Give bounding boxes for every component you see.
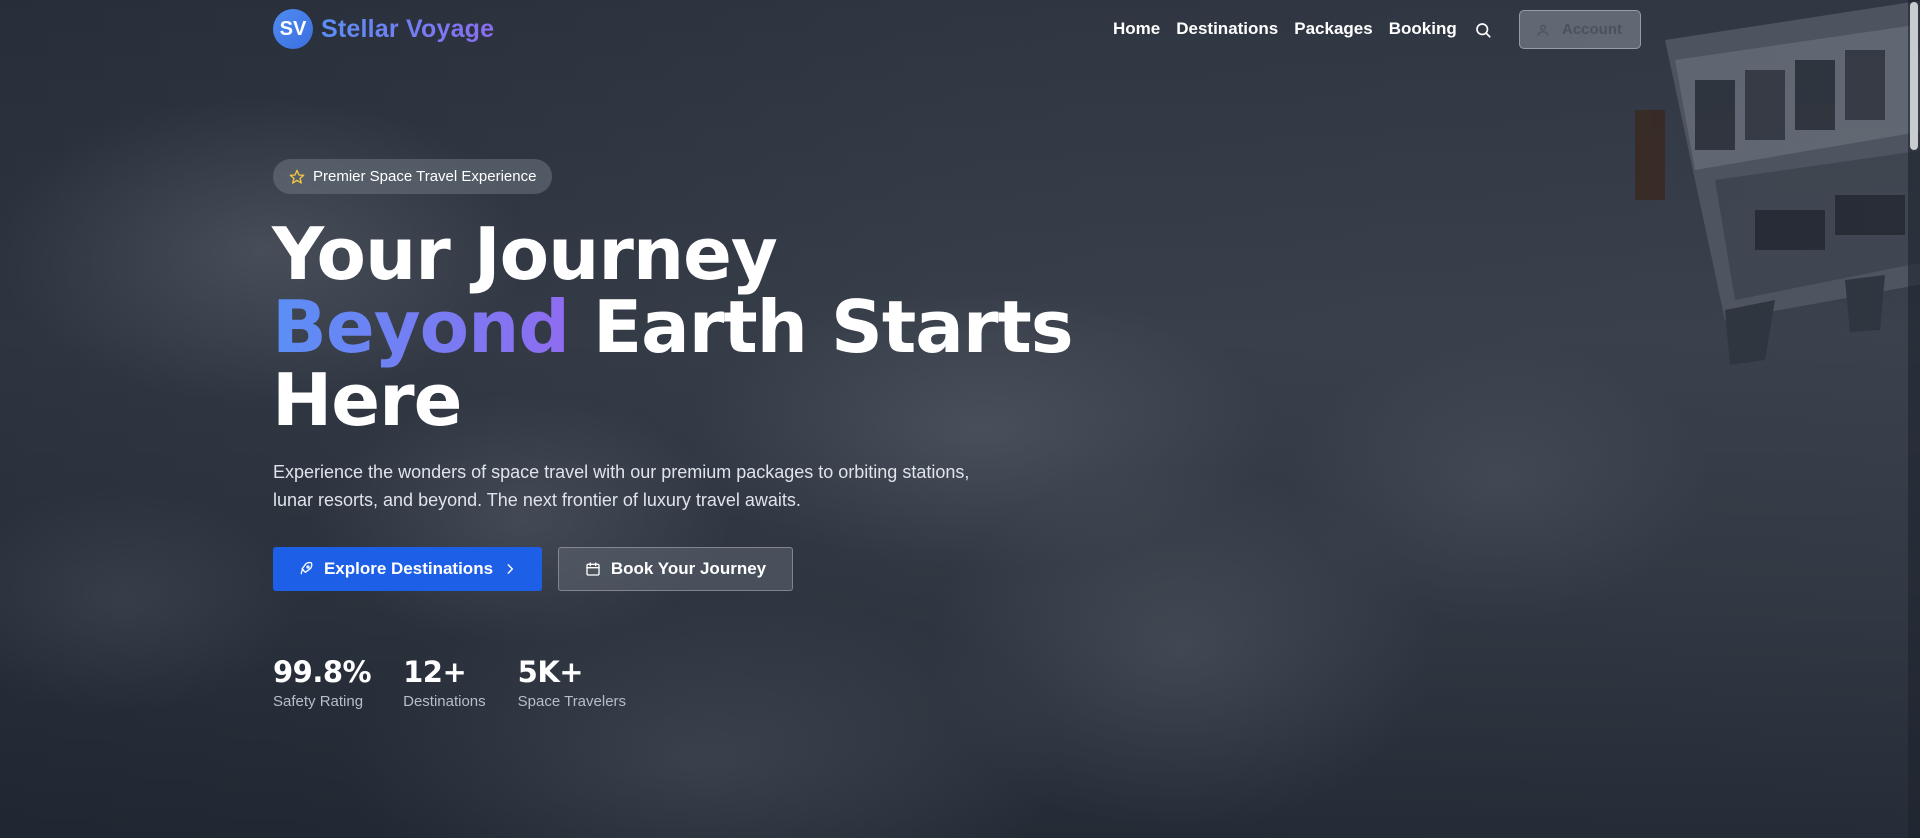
stat-value: 5K+ [517, 655, 584, 689]
stat-destinations: 12+ Destinations [403, 655, 486, 710]
page-scrollbar[interactable] [1908, 0, 1920, 838]
explore-destinations-button[interactable]: Explore Destinations [273, 547, 542, 591]
search-icon [1476, 23, 1491, 38]
hero-stats: 99.8% Safety Rating 12+ Destinations 5K+… [273, 655, 626, 710]
explore-destinations-label: Explore Destinations [323, 559, 494, 578]
hero-badge: Premier Space Travel Experience [273, 159, 553, 194]
stat-value: 99.8% [273, 655, 372, 689]
nav-link-destinations[interactable]: Destinations [1176, 19, 1278, 39]
stat-travelers: 5K+ Space Travelers [518, 655, 626, 710]
headline-accent: Beyond [272, 285, 570, 369]
hero-badge-label: Premier Space Travel Experience [313, 168, 537, 185]
account-label: Account [1562, 21, 1622, 38]
headline-line-3: Here [272, 358, 462, 442]
hero-headline: Your Journey Beyond Earth Starts Here [272, 212, 1074, 442]
headline-line-1: Your Journey [272, 212, 778, 296]
stat-label: Space Travelers [517, 693, 627, 710]
rocket-icon [300, 561, 313, 575]
stat-safety: 99.8% Safety Rating [273, 655, 372, 710]
brand-logo[interactable]: SV Stellar Voyage [273, 9, 494, 49]
brand-name: Stellar Voyage [321, 14, 495, 43]
nav-link-booking[interactable]: Booking [1389, 19, 1457, 39]
stat-value: 12+ [403, 655, 467, 689]
user-icon [1537, 24, 1549, 36]
chevron-right-icon [507, 564, 514, 574]
nav-link-home[interactable]: Home [1113, 19, 1160, 39]
nav-link-packages[interactable]: Packages [1294, 19, 1372, 39]
calendar-icon [586, 562, 600, 576]
star-icon [289, 169, 305, 184]
account-button[interactable]: Account [1519, 10, 1641, 49]
book-journey-label: Book Your Journey [610, 559, 767, 578]
nav-links: Home Destinations Packages Booking [1113, 19, 1457, 39]
top-navigation: SV Stellar Voyage Home Destinations Pack… [0, 0, 1920, 58]
headline-line-2: Beyond Earth Starts [272, 291, 1074, 364]
book-journey-button[interactable]: Book Your Journey [558, 547, 793, 591]
logo-badge: SV [273, 9, 313, 49]
headline-line-2-rest: Earth Starts [568, 285, 1074, 369]
scrollbar-thumb[interactable] [1910, 2, 1918, 150]
hero-subtext: Experience the wonders of space travel w… [273, 462, 970, 510]
stat-label: Safety Rating [273, 693, 364, 710]
search-button[interactable] [1470, 17, 1496, 43]
stat-label: Destinations [403, 693, 486, 710]
